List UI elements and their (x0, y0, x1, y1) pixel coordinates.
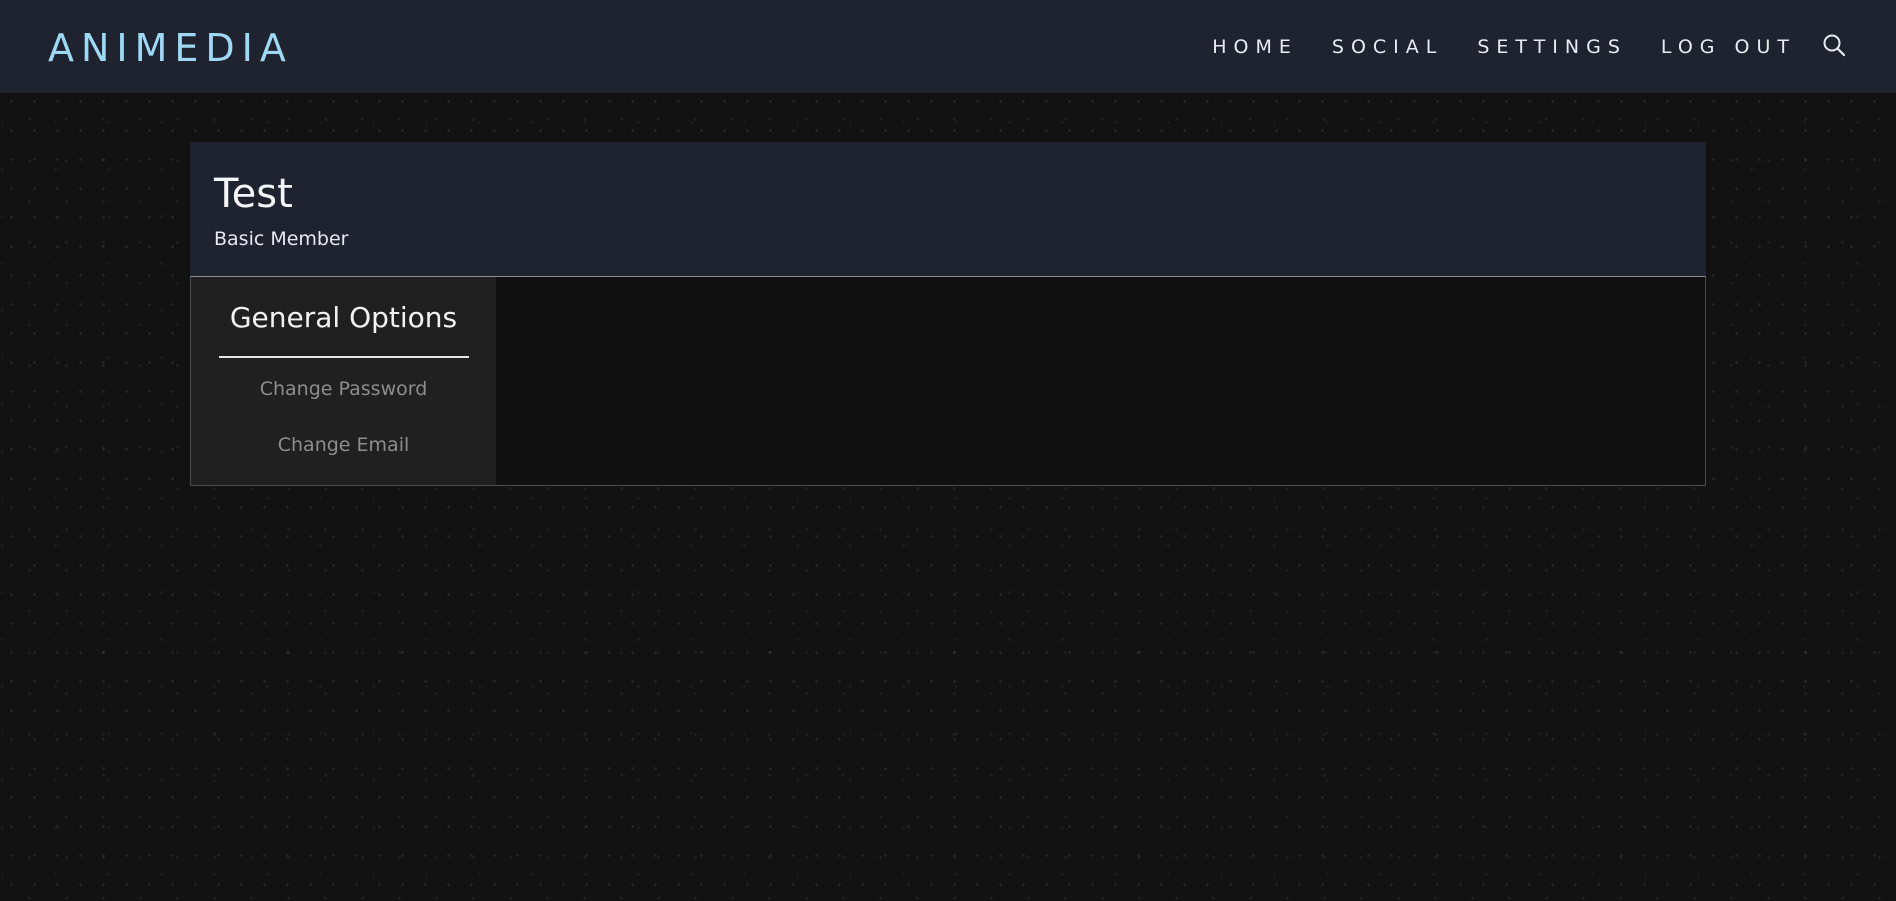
top-navbar: ANIMEDIA HOME SOCIAL SETTINGS LOG OUT (0, 0, 1896, 93)
nav-home-link[interactable]: HOME (1212, 36, 1298, 58)
nav-social-link[interactable]: SOCIAL (1332, 36, 1443, 58)
options-title: General Options (218, 301, 469, 358)
settings-panel: General Options Change Password Change E… (190, 276, 1706, 486)
profile-role: Basic Member (214, 228, 349, 250)
change-password-link[interactable]: Change Password (260, 378, 428, 400)
search-icon (1822, 33, 1846, 61)
main-nav: HOME SOCIAL SETTINGS LOG OUT (1178, 33, 1848, 61)
search-button[interactable] (1820, 33, 1848, 61)
options-sidebar: General Options Change Password Change E… (191, 277, 496, 485)
profile-header: Test Basic Member (190, 142, 1706, 276)
change-email-link[interactable]: Change Email (278, 434, 410, 456)
settings-content-area (496, 277, 1705, 485)
brand-logo[interactable]: ANIMEDIA (48, 26, 293, 70)
profile-name: Test (214, 171, 293, 217)
nav-settings-link[interactable]: SETTINGS (1477, 36, 1627, 58)
nav-logout-link[interactable]: LOG OUT (1661, 36, 1796, 58)
